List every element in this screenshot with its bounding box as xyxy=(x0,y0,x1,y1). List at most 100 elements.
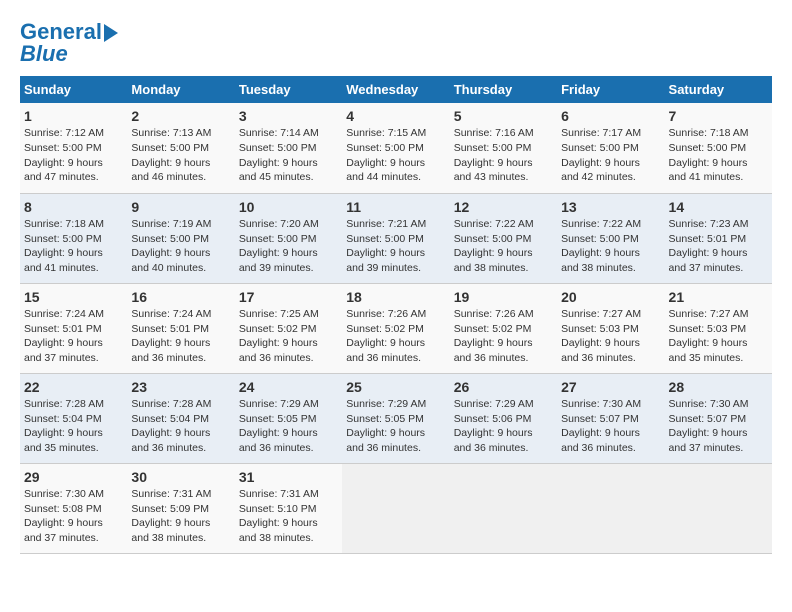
day-info: Sunrise: 7:16 AMSunset: 5:00 PMDaylight:… xyxy=(454,126,553,185)
day-cell-23: 23 Sunrise: 7:28 AMSunset: 5:04 PMDaylig… xyxy=(127,373,234,463)
day-number: 18 xyxy=(346,289,445,305)
day-info: Sunrise: 7:12 AMSunset: 5:00 PMDaylight:… xyxy=(24,126,123,185)
day-info: Sunrise: 7:19 AMSunset: 5:00 PMDaylight:… xyxy=(131,217,230,276)
calendar-week-1: 1 Sunrise: 7:12 AMSunset: 5:00 PMDayligh… xyxy=(20,103,772,193)
day-info: Sunrise: 7:15 AMSunset: 5:00 PMDaylight:… xyxy=(346,126,445,185)
day-info: Sunrise: 7:30 AMSunset: 5:08 PMDaylight:… xyxy=(24,487,123,546)
day-number: 3 xyxy=(239,108,338,124)
day-cell-29: 29 Sunrise: 7:30 AMSunset: 5:08 PMDaylig… xyxy=(20,463,127,553)
day-number: 13 xyxy=(561,199,660,215)
day-number: 9 xyxy=(131,199,230,215)
day-number: 12 xyxy=(454,199,553,215)
day-number: 27 xyxy=(561,379,660,395)
day-info: Sunrise: 7:18 AMSunset: 5:00 PMDaylight:… xyxy=(669,126,768,185)
day-info: Sunrise: 7:27 AMSunset: 5:03 PMDaylight:… xyxy=(561,307,660,366)
day-number: 19 xyxy=(454,289,553,305)
day-info: Sunrise: 7:30 AMSunset: 5:07 PMDaylight:… xyxy=(669,397,768,456)
header-saturday: Saturday xyxy=(665,76,772,103)
day-number: 30 xyxy=(131,469,230,485)
day-info: Sunrise: 7:29 AMSunset: 5:06 PMDaylight:… xyxy=(454,397,553,456)
day-number: 15 xyxy=(24,289,123,305)
day-number: 5 xyxy=(454,108,553,124)
day-cell-20: 20 Sunrise: 7:27 AMSunset: 5:03 PMDaylig… xyxy=(557,283,664,373)
day-info: Sunrise: 7:29 AMSunset: 5:05 PMDaylight:… xyxy=(346,397,445,456)
day-number: 7 xyxy=(669,108,768,124)
calendar-week-4: 22 Sunrise: 7:28 AMSunset: 5:04 PMDaylig… xyxy=(20,373,772,463)
day-number: 10 xyxy=(239,199,338,215)
day-number: 21 xyxy=(669,289,768,305)
calendar-table: SundayMondayTuesdayWednesdayThursdayFrid… xyxy=(20,76,772,554)
day-cell-3: 3 Sunrise: 7:14 AMSunset: 5:00 PMDayligh… xyxy=(235,103,342,193)
day-number: 24 xyxy=(239,379,338,395)
day-number: 14 xyxy=(669,199,768,215)
day-number: 26 xyxy=(454,379,553,395)
day-info: Sunrise: 7:29 AMSunset: 5:05 PMDaylight:… xyxy=(239,397,338,456)
day-info: Sunrise: 7:22 AMSunset: 5:00 PMDaylight:… xyxy=(561,217,660,276)
day-info: Sunrise: 7:20 AMSunset: 5:00 PMDaylight:… xyxy=(239,217,338,276)
empty-cell xyxy=(665,463,772,553)
day-info: Sunrise: 7:26 AMSunset: 5:02 PMDaylight:… xyxy=(454,307,553,366)
logo-text2: Blue xyxy=(20,42,68,66)
day-cell-25: 25 Sunrise: 7:29 AMSunset: 5:05 PMDaylig… xyxy=(342,373,449,463)
day-cell-24: 24 Sunrise: 7:29 AMSunset: 5:05 PMDaylig… xyxy=(235,373,342,463)
day-cell-10: 10 Sunrise: 7:20 AMSunset: 5:00 PMDaylig… xyxy=(235,193,342,283)
header-wednesday: Wednesday xyxy=(342,76,449,103)
day-cell-30: 30 Sunrise: 7:31 AMSunset: 5:09 PMDaylig… xyxy=(127,463,234,553)
calendar-week-5: 29 Sunrise: 7:30 AMSunset: 5:08 PMDaylig… xyxy=(20,463,772,553)
day-cell-31: 31 Sunrise: 7:31 AMSunset: 5:10 PMDaylig… xyxy=(235,463,342,553)
day-cell-1: 1 Sunrise: 7:12 AMSunset: 5:00 PMDayligh… xyxy=(20,103,127,193)
empty-cell xyxy=(450,463,557,553)
day-number: 1 xyxy=(24,108,123,124)
day-cell-28: 28 Sunrise: 7:30 AMSunset: 5:07 PMDaylig… xyxy=(665,373,772,463)
day-number: 16 xyxy=(131,289,230,305)
day-number: 4 xyxy=(346,108,445,124)
day-info: Sunrise: 7:21 AMSunset: 5:00 PMDaylight:… xyxy=(346,217,445,276)
day-cell-16: 16 Sunrise: 7:24 AMSunset: 5:01 PMDaylig… xyxy=(127,283,234,373)
day-cell-2: 2 Sunrise: 7:13 AMSunset: 5:00 PMDayligh… xyxy=(127,103,234,193)
day-number: 22 xyxy=(24,379,123,395)
empty-cell xyxy=(342,463,449,553)
day-info: Sunrise: 7:26 AMSunset: 5:02 PMDaylight:… xyxy=(346,307,445,366)
day-info: Sunrise: 7:30 AMSunset: 5:07 PMDaylight:… xyxy=(561,397,660,456)
day-cell-15: 15 Sunrise: 7:24 AMSunset: 5:01 PMDaylig… xyxy=(20,283,127,373)
day-cell-6: 6 Sunrise: 7:17 AMSunset: 5:00 PMDayligh… xyxy=(557,103,664,193)
day-number: 17 xyxy=(239,289,338,305)
logo: General Blue xyxy=(20,20,118,66)
calendar-week-2: 8 Sunrise: 7:18 AMSunset: 5:00 PMDayligh… xyxy=(20,193,772,283)
day-number: 25 xyxy=(346,379,445,395)
day-number: 6 xyxy=(561,108,660,124)
empty-cell xyxy=(557,463,664,553)
day-info: Sunrise: 7:22 AMSunset: 5:00 PMDaylight:… xyxy=(454,217,553,276)
day-number: 11 xyxy=(346,199,445,215)
day-number: 8 xyxy=(24,199,123,215)
day-info: Sunrise: 7:24 AMSunset: 5:01 PMDaylight:… xyxy=(131,307,230,366)
day-cell-14: 14 Sunrise: 7:23 AMSunset: 5:01 PMDaylig… xyxy=(665,193,772,283)
calendar-week-3: 15 Sunrise: 7:24 AMSunset: 5:01 PMDaylig… xyxy=(20,283,772,373)
day-info: Sunrise: 7:14 AMSunset: 5:00 PMDaylight:… xyxy=(239,126,338,185)
day-info: Sunrise: 7:13 AMSunset: 5:00 PMDaylight:… xyxy=(131,126,230,185)
day-info: Sunrise: 7:24 AMSunset: 5:01 PMDaylight:… xyxy=(24,307,123,366)
day-cell-13: 13 Sunrise: 7:22 AMSunset: 5:00 PMDaylig… xyxy=(557,193,664,283)
day-info: Sunrise: 7:17 AMSunset: 5:00 PMDaylight:… xyxy=(561,126,660,185)
day-info: Sunrise: 7:31 AMSunset: 5:10 PMDaylight:… xyxy=(239,487,338,546)
day-cell-8: 8 Sunrise: 7:18 AMSunset: 5:00 PMDayligh… xyxy=(20,193,127,283)
day-cell-22: 22 Sunrise: 7:28 AMSunset: 5:04 PMDaylig… xyxy=(20,373,127,463)
day-info: Sunrise: 7:28 AMSunset: 5:04 PMDaylight:… xyxy=(24,397,123,456)
day-cell-19: 19 Sunrise: 7:26 AMSunset: 5:02 PMDaylig… xyxy=(450,283,557,373)
day-cell-11: 11 Sunrise: 7:21 AMSunset: 5:00 PMDaylig… xyxy=(342,193,449,283)
day-number: 23 xyxy=(131,379,230,395)
header-monday: Monday xyxy=(127,76,234,103)
header-tuesday: Tuesday xyxy=(235,76,342,103)
day-cell-4: 4 Sunrise: 7:15 AMSunset: 5:00 PMDayligh… xyxy=(342,103,449,193)
calendar-header-row: SundayMondayTuesdayWednesdayThursdayFrid… xyxy=(20,76,772,103)
header-sunday: Sunday xyxy=(20,76,127,103)
day-cell-21: 21 Sunrise: 7:27 AMSunset: 5:03 PMDaylig… xyxy=(665,283,772,373)
day-info: Sunrise: 7:28 AMSunset: 5:04 PMDaylight:… xyxy=(131,397,230,456)
day-cell-9: 9 Sunrise: 7:19 AMSunset: 5:00 PMDayligh… xyxy=(127,193,234,283)
day-cell-18: 18 Sunrise: 7:26 AMSunset: 5:02 PMDaylig… xyxy=(342,283,449,373)
day-number: 31 xyxy=(239,469,338,485)
day-info: Sunrise: 7:18 AMSunset: 5:00 PMDaylight:… xyxy=(24,217,123,276)
header-friday: Friday xyxy=(557,76,664,103)
day-cell-27: 27 Sunrise: 7:30 AMSunset: 5:07 PMDaylig… xyxy=(557,373,664,463)
day-cell-7: 7 Sunrise: 7:18 AMSunset: 5:00 PMDayligh… xyxy=(665,103,772,193)
